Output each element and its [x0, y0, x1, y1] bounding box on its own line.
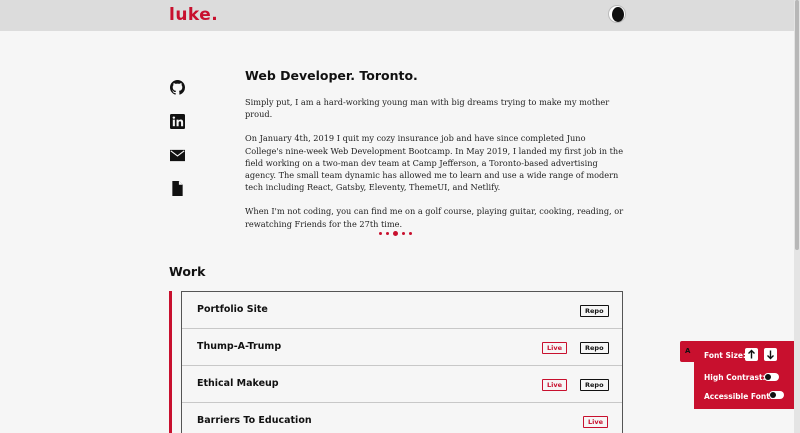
intro-paragraph: On January 4th, 2019 I quit my cozy insu… — [245, 133, 624, 193]
accessible-font-label: Accessible Font: — [704, 392, 773, 401]
carousel-dot[interactable] — [409, 231, 412, 235]
work-item-name: Portfolio Site — [197, 304, 268, 315]
live-button[interactable]: Live — [542, 379, 568, 391]
toggle-knob — [770, 392, 776, 398]
live-button[interactable]: Live — [583, 416, 609, 428]
theme-toggle-button[interactable] — [608, 5, 626, 23]
work-item-name: Barriers To Education — [197, 415, 312, 426]
github-icon — [170, 80, 185, 95]
toggle-knob — [765, 374, 771, 380]
carousel-indicator — [379, 230, 412, 236]
carousel-dot[interactable] — [393, 230, 398, 236]
carousel-dot[interactable] — [379, 231, 382, 235]
repo-button[interactable]: Repo — [580, 305, 609, 317]
font-size-decrease-button[interactable] — [764, 348, 777, 361]
github-link[interactable] — [170, 80, 185, 95]
mail-icon — [170, 149, 185, 162]
intro-paragraph: Simply put, I am a hard-working young ma… — [245, 97, 610, 120]
work-accent-bar — [169, 291, 172, 433]
intro-paragraph: When I'm not coding, you can find me on … — [245, 206, 624, 229]
work-item[interactable]: Thump-A-Trump Live Repo — [182, 329, 622, 366]
accessibility-tab-label: A — [685, 347, 691, 355]
intro-heading: Web Developer. Toronto. — [245, 68, 418, 83]
repo-button[interactable]: Repo — [580, 342, 609, 354]
linkedin-icon — [170, 114, 185, 129]
work-list: Portfolio Site Repo Thump-A-Trump Live Repo E… — [181, 291, 623, 433]
site-header: luke. — [0, 0, 794, 31]
work-section-title: Work — [169, 264, 206, 279]
arrow-down-icon — [767, 350, 774, 360]
carousel-dot[interactable] — [402, 231, 405, 235]
font-size-label: Font Size: — [704, 351, 746, 360]
font-size-increase-button[interactable] — [745, 348, 758, 361]
scrollbar-thumb[interactable] — [795, 0, 799, 250]
work-item-name: Ethical Makeup — [197, 378, 279, 389]
resume-document-icon — [172, 181, 183, 196]
arrow-up-icon — [748, 349, 755, 359]
resume-link[interactable] — [170, 181, 185, 196]
work-item-name: Thump-A-Trump — [197, 341, 282, 352]
intro-section: Web Developer. Toronto. Simply put, I am… — [245, 68, 625, 242]
carousel-dot[interactable] — [386, 231, 389, 235]
linkedin-link[interactable] — [170, 114, 185, 129]
work-item[interactable]: Barriers To Education Live — [182, 403, 622, 433]
moon-icon — [612, 7, 624, 22]
high-contrast-label: High Contrast: — [704, 373, 766, 382]
work-item[interactable]: Ethical Makeup Live Repo — [182, 366, 622, 403]
repo-button[interactable]: Repo — [580, 379, 609, 391]
site-logo[interactable]: luke. — [169, 5, 218, 25]
accessible-font-toggle[interactable] — [769, 391, 784, 399]
page-scrollbar[interactable] — [794, 0, 800, 433]
email-link[interactable] — [170, 148, 185, 163]
live-button[interactable]: Live — [542, 342, 568, 354]
work-item[interactable]: Portfolio Site Repo — [182, 292, 622, 329]
accessibility-panel: Font Size: High Contrast: Accessible Fon… — [694, 341, 794, 409]
high-contrast-toggle[interactable] — [764, 373, 779, 381]
